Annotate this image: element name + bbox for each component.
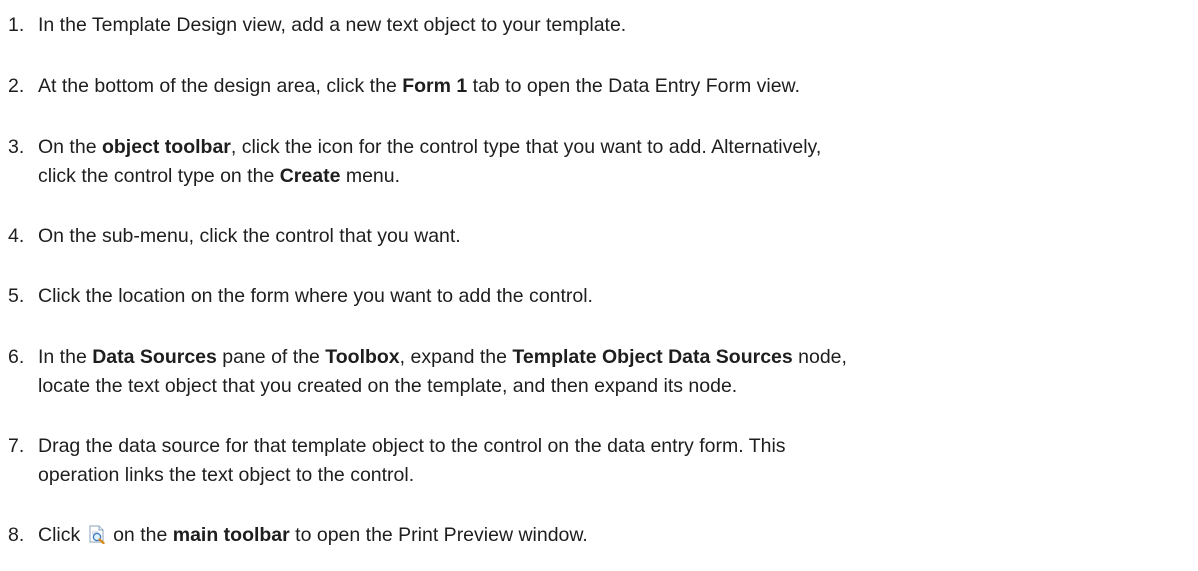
ui-term: Form 1 xyxy=(402,75,468,97)
step-line: Drag the data source for that template o… xyxy=(38,435,786,457)
step-number: 4. xyxy=(8,225,25,247)
ui-term: Create xyxy=(279,165,341,187)
step-number: 2. xyxy=(8,75,25,97)
step-line: locate the text object that you created … xyxy=(38,375,738,397)
step-line: operation links the text object to the c… xyxy=(38,464,415,486)
step-number: 8. xyxy=(8,524,25,546)
step-text: Click on the main toolbar to open the Pr… xyxy=(38,521,1198,550)
step-line: click the control type on the Create men… xyxy=(38,165,401,187)
print-preview-icon xyxy=(88,525,106,544)
step-text: At the bottom of the design area, click … xyxy=(38,72,1198,101)
step-number: 7. xyxy=(8,435,25,457)
step-number: 1. xyxy=(8,14,25,36)
step-number: 3. xyxy=(8,136,25,158)
step-text: On the object toolbar, click the icon fo… xyxy=(38,133,1198,191)
step-text: On the sub-menu, click the control that … xyxy=(38,222,1198,251)
ui-term: main toolbar xyxy=(172,524,290,546)
step-line: In the Data Sources pane of the Toolbox,… xyxy=(38,346,847,368)
ui-term: object toolbar xyxy=(101,136,231,158)
step-text: In the Data Sources pane of the Toolbox,… xyxy=(38,343,1198,401)
step-text: In the Template Design view, add a new t… xyxy=(38,11,1198,40)
instruction-steps: 1. In the Template Design view, add a ne… xyxy=(0,0,1198,571)
step-line: On the object toolbar, click the icon fo… xyxy=(38,136,822,158)
step-line: On the sub-menu, click the control that … xyxy=(38,225,461,247)
step-line: In the Template Design view, add a new t… xyxy=(38,14,627,36)
ui-term: Toolbox xyxy=(325,346,400,368)
step-line: At the bottom of the design area, click … xyxy=(38,75,800,97)
step-line: Click on the main toolbar to open the Pr… xyxy=(38,524,588,546)
step-number: 6. xyxy=(8,346,25,368)
step-number: 5. xyxy=(8,285,25,307)
step-line: Click the location on the form where you… xyxy=(38,285,593,307)
step-text: Click the location on the form where you… xyxy=(38,282,1198,311)
ui-term: Template Object Data Sources xyxy=(512,346,793,368)
ui-term: Data Sources xyxy=(92,346,217,368)
step-text: Drag the data source for that template o… xyxy=(38,432,1198,490)
